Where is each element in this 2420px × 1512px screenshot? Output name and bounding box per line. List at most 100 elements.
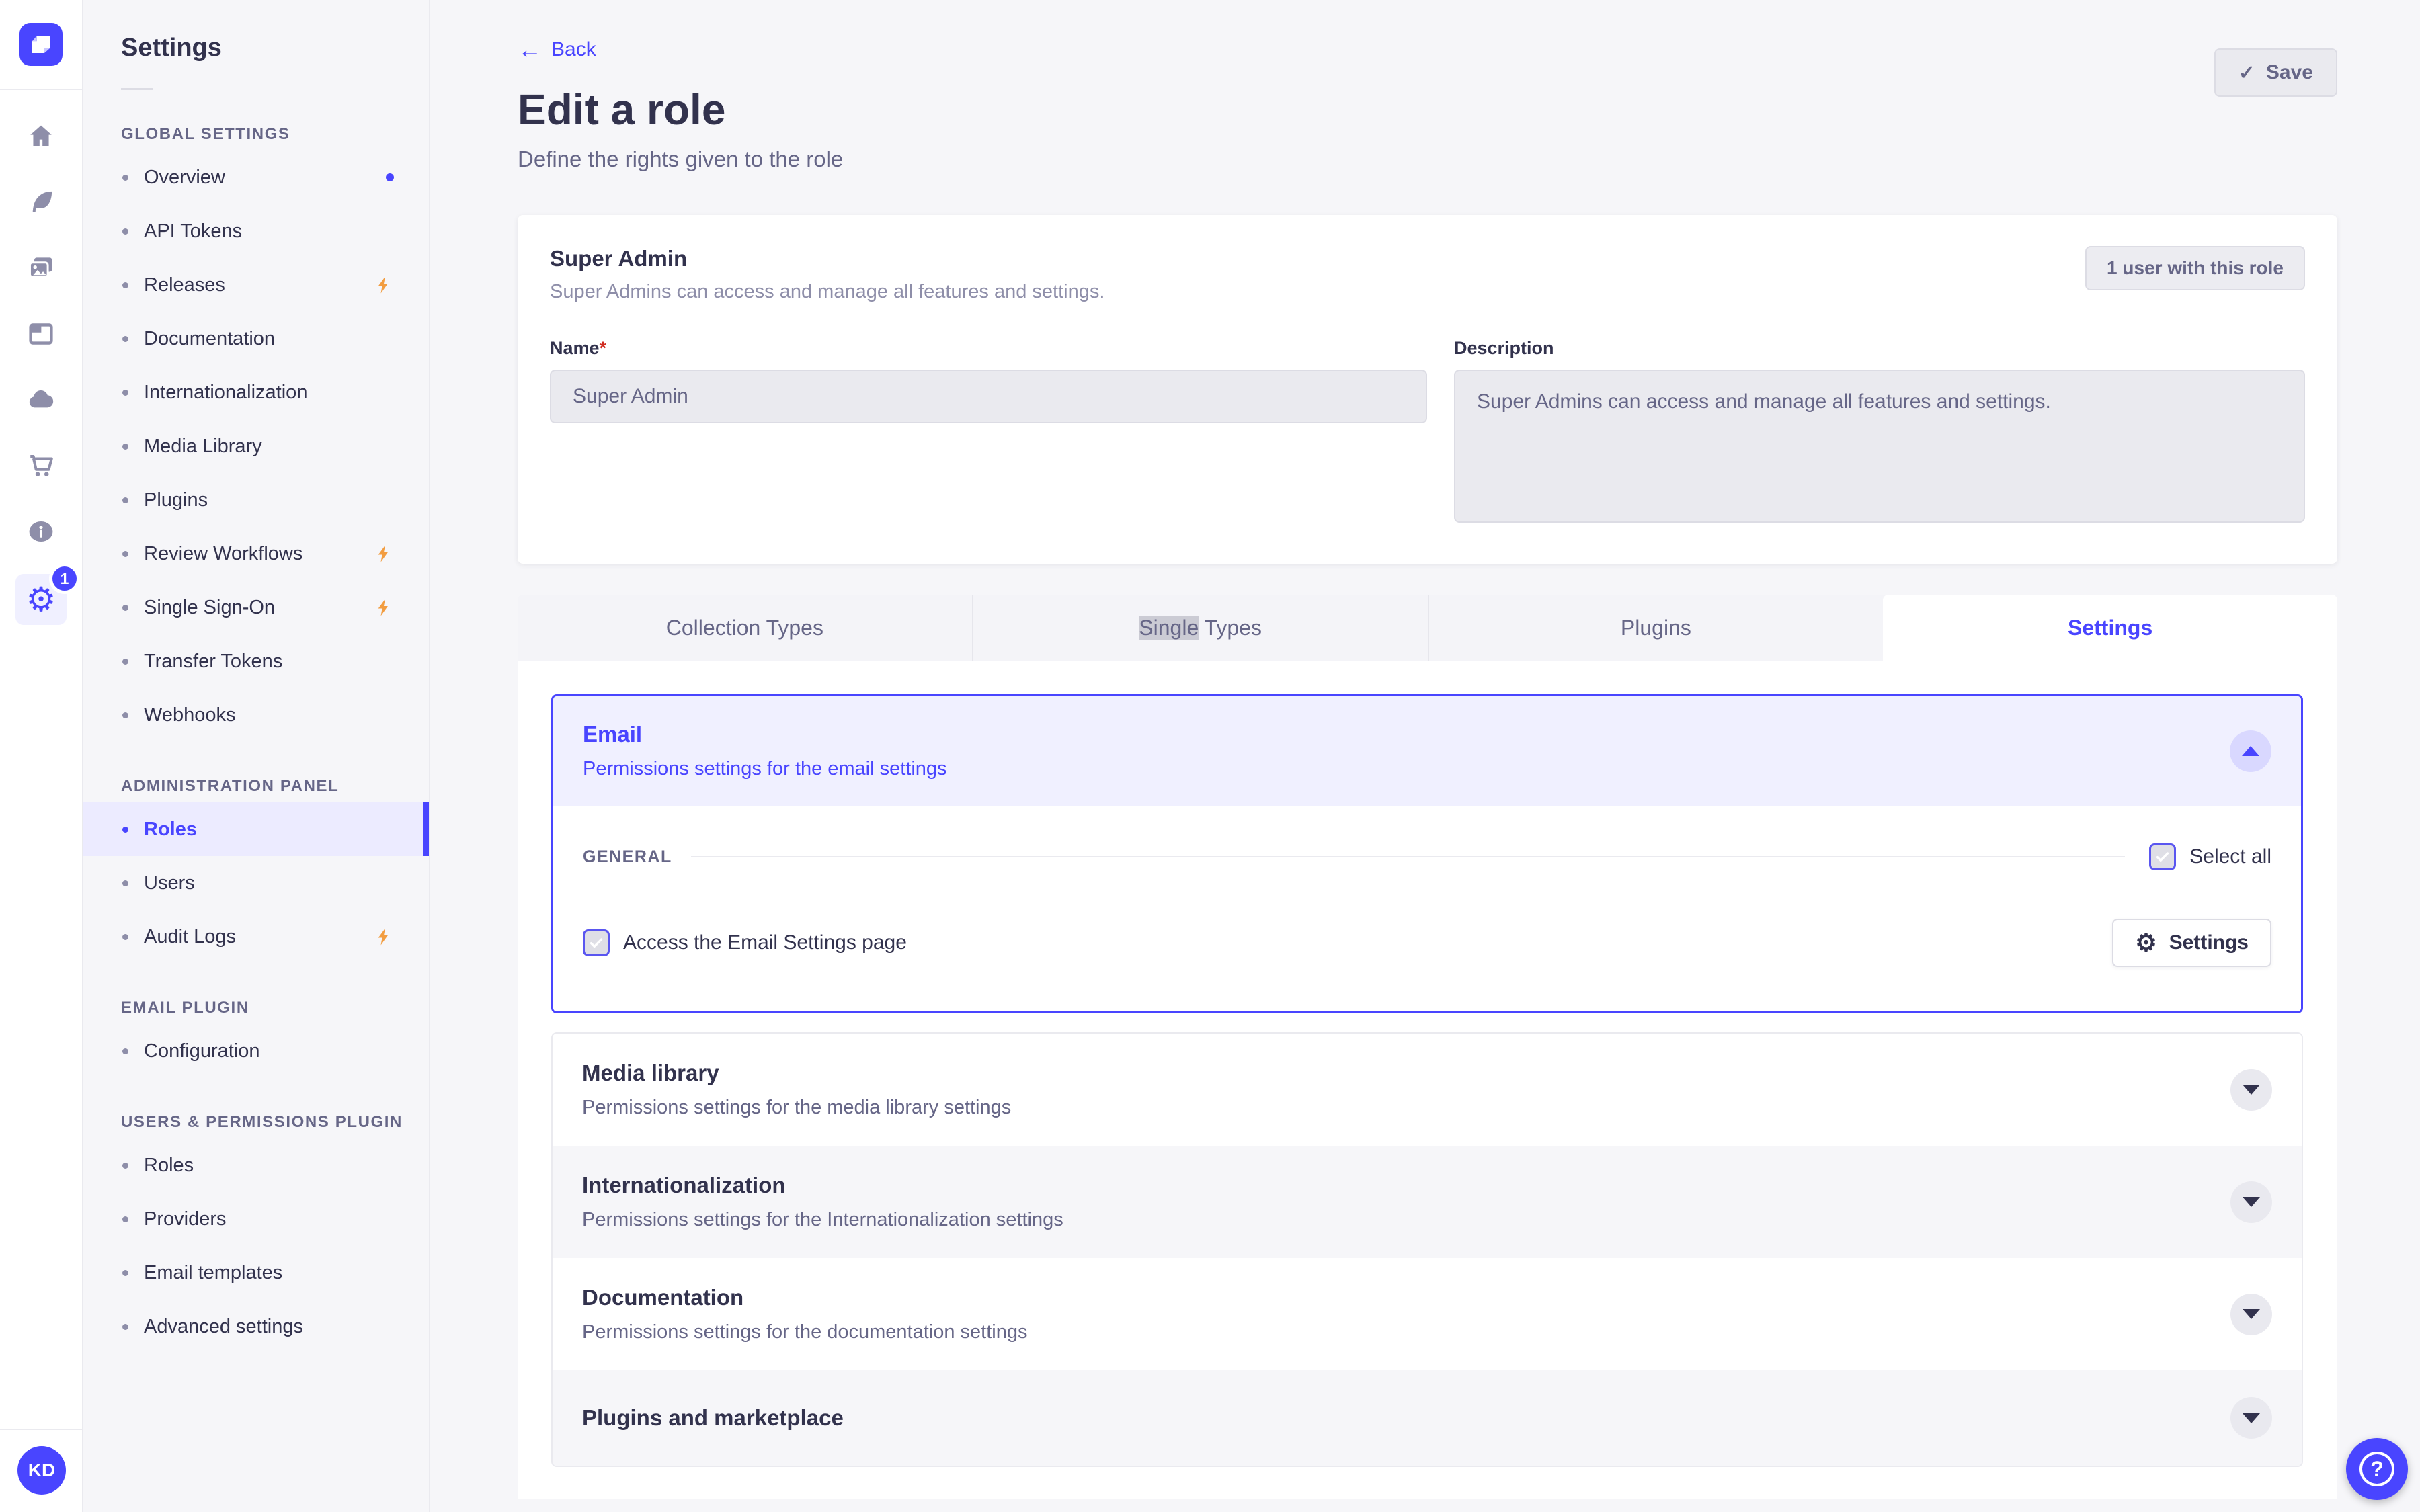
sidebar-item-documentation[interactable]: Documentation: [83, 312, 429, 366]
sidebar-item-configuration[interactable]: Configuration: [83, 1024, 429, 1078]
media-library-accordion[interactable]: Media library Permissions settings for t…: [553, 1034, 2302, 1146]
tab-settings[interactable]: Settings: [1883, 595, 2337, 661]
main-content: ← Back Edit a role Define the rights giv…: [430, 0, 2420, 1512]
section-header-users-permissions-plugin: USERS & PERMISSIONS PLUGIN: [121, 1113, 403, 1131]
bullet-icon: [122, 1216, 128, 1222]
marketplace-cart-icon[interactable]: [26, 450, 56, 481]
sidebar-item-providers[interactable]: Providers: [83, 1192, 429, 1246]
role-description-text: Super Admins can access and manage all f…: [550, 281, 1105, 302]
sidebar-item-email-templates[interactable]: Email templates: [83, 1246, 429, 1300]
chevron-down-icon: [2243, 1197, 2260, 1207]
settings-sidebar: Settings GLOBAL SETTINGS Overview API To…: [83, 0, 430, 1512]
description-label: Description: [1454, 338, 1554, 358]
checkmark-icon: [590, 938, 603, 948]
bullet-icon: [122, 1048, 128, 1054]
email-accordion-header[interactable]: Email Permissions settings for the email…: [553, 696, 2301, 806]
home-icon[interactable]: [26, 121, 56, 152]
role-name-heading: Super Admin: [550, 246, 688, 271]
section-header-administration-panel: ADMINISTRATION PANEL: [121, 777, 339, 795]
lightning-icon: [374, 544, 394, 564]
email-accordion-body: GENERAL Select all Access the Email Sett…: [553, 806, 2301, 1011]
access-email-settings-checkbox[interactable]: [583, 929, 610, 956]
chevron-down-icon: [2243, 1085, 2260, 1095]
email-settings-button[interactable]: ⚙ Settings: [2112, 919, 2271, 967]
section-header-global-settings: GLOBAL SETTINGS: [121, 125, 290, 143]
name-label: Name*: [550, 338, 607, 358]
tab-single-types[interactable]: Single Types: [971, 595, 1428, 661]
chevron-down-icon: [2243, 1309, 2260, 1319]
sidebar-item-review-workflows[interactable]: Review Workflows: [83, 527, 429, 581]
cloud-icon[interactable]: [26, 384, 56, 415]
bullet-icon: [122, 1162, 128, 1169]
description-field[interactable]: Super Admins can access and manage all f…: [1454, 370, 2305, 523]
sidebar-item-api-tokens[interactable]: API Tokens: [83, 204, 429, 258]
sidebar-item-webhooks[interactable]: Webhooks: [83, 688, 429, 742]
users-with-role-button[interactable]: 1 user with this role: [2085, 246, 2305, 290]
select-all-checkbox[interactable]: [2149, 843, 2177, 870]
media-library-icon[interactable]: [26, 253, 56, 284]
documentation-accordion[interactable]: Documentation Permissions settings for t…: [553, 1258, 2302, 1370]
sidebar-item-media-library[interactable]: Media Library: [83, 419, 429, 473]
expand-accordion-button[interactable]: [2230, 1397, 2272, 1439]
bullet-icon: [122, 712, 128, 718]
strapi-logo-icon: [32, 36, 50, 53]
bullet-icon: [122, 443, 128, 450]
check-icon: ✓: [2238, 61, 2255, 84]
sidebar-item-advanced-settings[interactable]: Advanced settings: [83, 1300, 429, 1353]
chevron-down-icon: [2243, 1413, 2260, 1423]
help-button[interactable]: ?: [2346, 1438, 2408, 1500]
section-header-email-plugin: EMAIL PLUGIN: [121, 999, 249, 1017]
collapse-accordion-button[interactable]: [2230, 730, 2271, 772]
name-field[interactable]: [550, 370, 1427, 423]
user-avatar[interactable]: KD: [17, 1446, 66, 1495]
bullet-icon: [122, 1323, 128, 1330]
tab-collection-types[interactable]: Collection Types: [518, 595, 972, 661]
select-all-control: Select all: [2149, 843, 2271, 870]
info-icon[interactable]: [26, 516, 56, 547]
collapsed-accordion-group: Media library Permissions settings for t…: [551, 1032, 2303, 1467]
question-mark-icon: ?: [2360, 1452, 2394, 1486]
expand-accordion-button[interactable]: [2230, 1068, 2272, 1111]
gear-icon: ⚙: [2135, 929, 2157, 956]
sidebar-title: Settings: [121, 34, 222, 62]
settings-nav-active[interactable]: ⚙ 1: [15, 563, 80, 625]
sidebar-item-roles-active[interactable]: Roles: [83, 802, 429, 856]
lightning-icon: [374, 597, 394, 618]
plugins-marketplace-accordion[interactable]: Plugins and marketplace: [553, 1370, 2302, 1466]
bullet-icon: [122, 1269, 128, 1276]
checkmark-icon: [2156, 852, 2169, 862]
bullet-icon: [122, 497, 128, 503]
page-subtitle: Define the rights given to the role: [518, 146, 844, 171]
sidebar-item-up-roles[interactable]: Roles: [83, 1138, 429, 1192]
expand-accordion-button[interactable]: [2230, 1181, 2272, 1223]
back-link[interactable]: ← Back: [518, 0, 596, 62]
permissions-tablist: Collection Types Single Types Plugins Se…: [518, 595, 2337, 661]
internationalization-accordion[interactable]: Internationalization Permissions setting…: [553, 1146, 2302, 1258]
page-title: Edit a role: [518, 85, 726, 134]
section-divider-line: [690, 856, 2126, 857]
sidebar-item-audit-logs[interactable]: Audit Logs: [83, 910, 429, 964]
rail-bottom-divider: [0, 1429, 83, 1430]
sidebar-item-overview[interactable]: Overview: [83, 151, 429, 204]
sidebar-item-users[interactable]: Users: [83, 856, 429, 910]
sidebar-item-transfer-tokens[interactable]: Transfer Tokens: [83, 634, 429, 688]
content-manager-icon[interactable]: [26, 187, 56, 218]
chevron-up-icon: [2242, 746, 2259, 756]
content-type-builder-icon[interactable]: [26, 319, 56, 349]
settings-tab-panel: Email Permissions settings for the email…: [518, 661, 2337, 1499]
sidebar-item-single-sign-on[interactable]: Single Sign-On: [83, 581, 429, 634]
tab-plugins[interactable]: Plugins: [1427, 595, 1884, 661]
select-all-label: Select all: [2189, 845, 2271, 868]
bullet-icon: [122, 604, 128, 611]
lightning-icon: [374, 927, 394, 947]
strapi-logo[interactable]: [19, 23, 63, 66]
sidebar-item-releases[interactable]: Releases: [83, 258, 429, 312]
save-button[interactable]: ✓ Save: [2214, 48, 2337, 97]
back-arrow-icon: ←: [518, 36, 542, 63]
sidebar-item-internationalization[interactable]: Internationalization: [83, 366, 429, 419]
lightning-icon: [374, 275, 394, 295]
sidebar-item-plugins[interactable]: Plugins: [83, 473, 429, 527]
email-accordion-title: Email: [583, 722, 643, 747]
bullet-icon: [122, 933, 128, 940]
expand-accordion-button[interactable]: [2230, 1293, 2272, 1335]
